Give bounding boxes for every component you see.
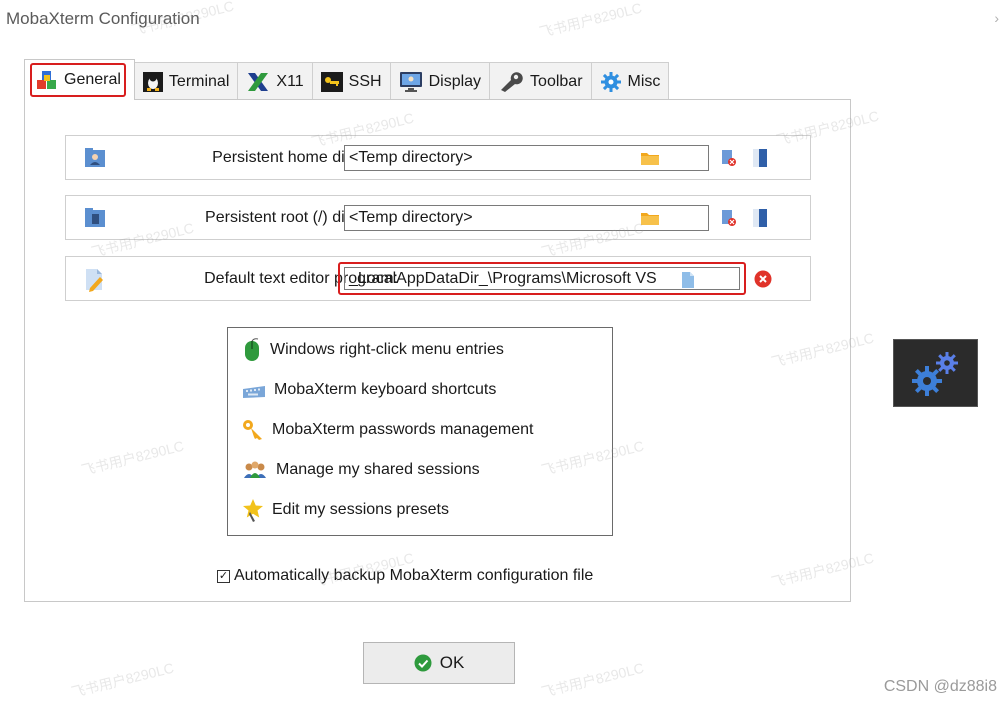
x11-icon [248,72,269,91]
password-management-label: MobaXterm passwords management [272,421,534,438]
tab-general[interactable]: General [24,59,135,100]
keyboard-shortcuts-link[interactable]: MobaXterm keyboard shortcuts [242,377,496,403]
user-folder-icon [85,148,105,167]
reset-directory-icon[interactable] [721,209,737,227]
tab-display[interactable]: Display [389,62,491,100]
linux-penguin-icon [142,71,163,92]
keyboard-icon [243,386,265,398]
keyboard-shortcuts-label: MobaXterm keyboard shortcuts [274,381,497,398]
auto-backup-checkbox-row[interactable]: ✓ Automatically backup MobaXterm configu… [217,567,593,585]
shared-sessions-label: Manage my shared sessions [276,461,480,478]
ok-button-label: OK [439,653,465,672]
tab-terminal[interactable]: Terminal [133,62,239,100]
auto-backup-label: Automatically backup MobaXterm configura… [234,567,594,584]
tab-misc-label: Misc [627,72,661,90]
csdn-credit: CSDN @dz88i8 [883,678,997,695]
text-editor-value: _LocalAppDataDir_\Programs\Microsoft VS [349,270,657,287]
ok-button[interactable]: OK [363,642,515,684]
edit-document-icon [86,269,103,292]
bookmark-icon[interactable] [752,208,768,228]
home-directory-row: Persistent home directory: <Temp directo… [65,135,811,180]
key-icon [243,420,262,440]
settings-gears-icon [893,339,978,407]
document-icon[interactable] [681,271,695,289]
root-folder-icon [85,208,105,227]
shared-sessions-link[interactable]: Manage my shared sessions [242,457,480,483]
users-icon [244,461,266,478]
gear-icon [600,71,621,92]
general-settings-panel: Persistent home directory: <Temp directo… [24,99,851,602]
star-pen-icon [243,499,263,522]
tab-misc[interactable]: Misc [590,62,670,100]
text-editor-input[interactable]: _LocalAppDataDir_\Programs\Microsoft VS [344,267,740,290]
text-editor-row: Default text editor program: _LocalAppDa… [65,256,811,301]
wrench-icon [501,71,523,92]
folder-icon[interactable] [640,150,660,166]
text-editor-highlight: _LocalAppDataDir_\Programs\Microsoft VS [338,262,746,295]
watermark: 飞书用户8290LC [537,0,644,41]
window-title: MobaXterm Configuration [6,9,200,28]
tab-general-label: General [64,71,121,88]
sessions-presets-link[interactable]: Edit my sessions presets [242,497,449,523]
monitor-icon [399,71,422,92]
check-circle-icon [414,654,432,672]
cubes-icon [37,71,56,89]
root-directory-row: Persistent root (/) directory: <Temp dir… [65,195,811,240]
watermark: 飞书用户8290LC [539,659,646,701]
password-management-link[interactable]: MobaXterm passwords management [242,417,533,443]
tab-display-label: Display [428,72,482,90]
auto-backup-checkbox[interactable]: ✓ [217,569,230,583]
sessions-presets-label: Edit my sessions presets [272,501,449,518]
folder-icon[interactable] [640,210,660,226]
mouse-icon [245,338,259,361]
right-click-menu-link[interactable]: Windows right-click menu entries [242,337,504,363]
bookmark-icon[interactable] [752,148,768,168]
tab-ssh-label: SSH [348,72,382,90]
tab-ssh[interactable]: SSH [311,62,391,100]
tab-toolbar-label: Toolbar [530,72,583,90]
right-click-menu-label: Windows right-click menu entries [270,341,504,358]
reset-directory-icon[interactable] [721,149,737,167]
watermark: 飞书用户8290LC [69,659,176,701]
ssh-key-icon [320,71,343,92]
tab-toolbar[interactable]: Toolbar [489,62,592,100]
clear-icon[interactable] [754,270,772,288]
close-icon[interactable]: › [994,10,999,26]
tab-x11[interactable]: X11 [237,62,313,100]
tab-x11-label: X11 [276,72,304,90]
tab-bar: General Terminal X11 SSH Display Toolbar… [24,59,670,100]
tab-terminal-label: Terminal [168,72,230,90]
configuration-links-box: Windows right-click menu entries MobaXte… [227,327,613,536]
